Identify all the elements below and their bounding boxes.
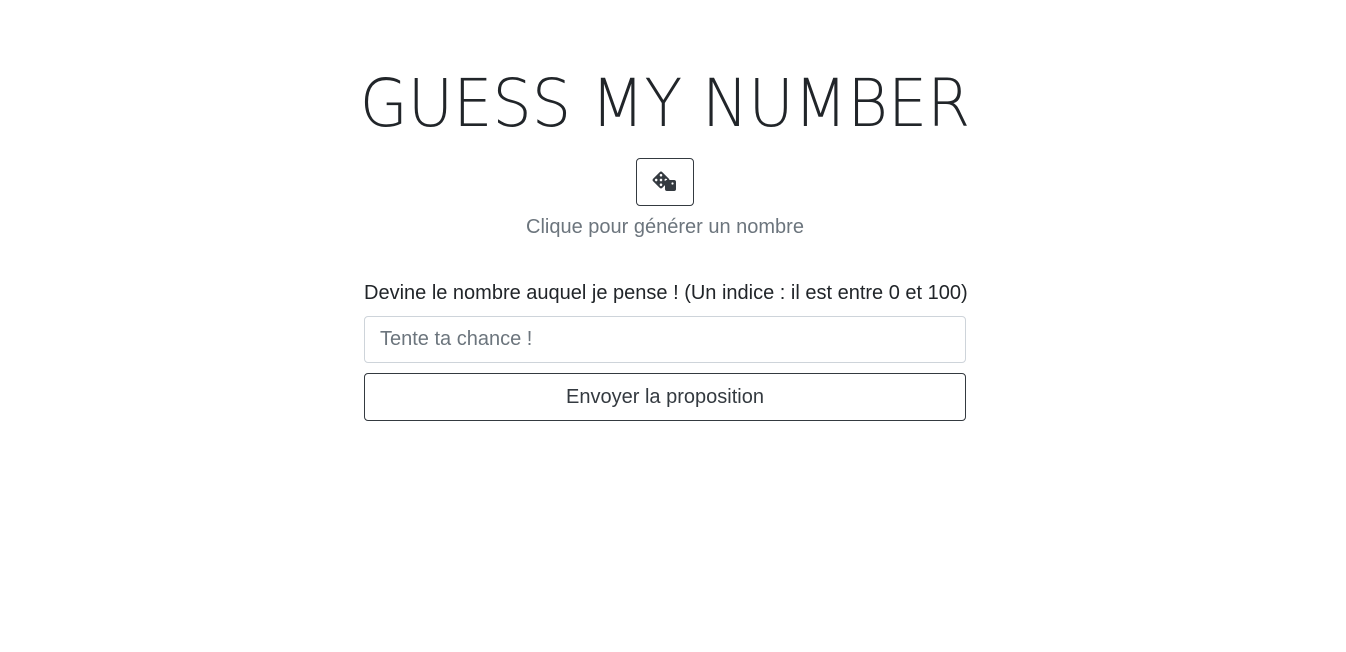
generate-hint: Clique pour générer un nombre bbox=[526, 216, 804, 238]
guess-label: Devine le nombre auquel je pense ! (Un i… bbox=[364, 282, 968, 304]
page: GUESS MY NUMBER Clique pour générer un n… bbox=[0, 0, 1346, 652]
guess-input[interactable] bbox=[364, 316, 966, 363]
submit-guess-button[interactable]: Envoyer la proposition bbox=[364, 373, 966, 421]
generate-number-button[interactable] bbox=[636, 158, 694, 206]
page-title: GUESS MY NUMBER bbox=[359, 65, 971, 142]
dice-icon bbox=[652, 171, 678, 193]
guess-form: Devine le nombre auquel je pense ! (Un i… bbox=[364, 280, 968, 421]
